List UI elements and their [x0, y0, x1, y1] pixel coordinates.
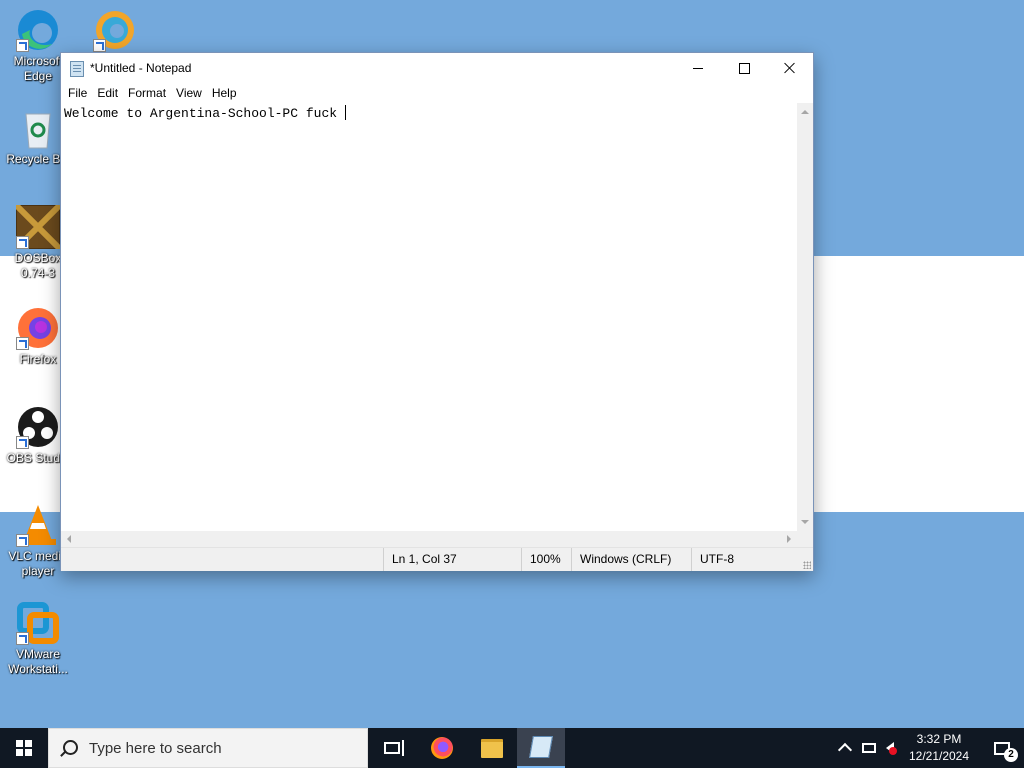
status-position: Ln 1, Col 37	[383, 548, 522, 571]
vertical-scrollbar[interactable]	[797, 103, 813, 531]
task-view-icon	[384, 740, 404, 756]
notification-count-badge: 2	[1004, 748, 1018, 762]
clock-time: 3:32 PM	[916, 732, 962, 746]
shortcut-arrow-icon	[16, 236, 29, 249]
scroll-down-icon[interactable]	[801, 520, 809, 524]
task-view-button[interactable]	[368, 728, 416, 768]
edge-beta-icon	[93, 8, 137, 52]
taskbar: Type here to search 3:32 PM 12/21/2024 2	[0, 728, 1024, 768]
notepad-window: *Untitled - Notepad File Edit Format Vie…	[60, 52, 814, 571]
folder-icon	[481, 738, 503, 758]
show-hidden-icons-button[interactable]	[837, 728, 853, 768]
menu-file[interactable]: File	[63, 83, 92, 103]
shortcut-arrow-icon	[16, 39, 29, 52]
status-bar: Ln 1, Col 37 100% Windows (CRLF) UTF-8	[61, 547, 813, 571]
obs-icon	[16, 405, 60, 449]
maximize-icon	[738, 62, 750, 74]
text-editor[interactable]: Welcome to Argentina-School-PC fuck	[61, 103, 797, 531]
close-icon	[784, 62, 796, 74]
editor-content: Welcome to Argentina-School-PC fuck	[64, 106, 345, 121]
edge-icon	[16, 8, 60, 52]
taskbar-search-box[interactable]: Type here to search	[48, 728, 368, 768]
notepad-icon	[70, 61, 84, 77]
menu-format[interactable]: Format	[123, 83, 171, 103]
vmware-icon	[16, 601, 60, 645]
network-icon	[862, 743, 876, 753]
resize-grip-icon[interactable]	[803, 561, 811, 569]
maximize-button[interactable]	[721, 53, 767, 83]
search-placeholder: Type here to search	[89, 740, 222, 757]
taskbar-firefox[interactable]	[418, 728, 466, 768]
firefox-icon	[431, 737, 453, 759]
window-title: *Untitled - Notepad	[90, 61, 192, 75]
firefox-icon	[16, 306, 60, 350]
desktop-icon-vmware[interactable]: VMware Workstati...	[1, 601, 75, 677]
search-icon	[63, 740, 78, 755]
vlc-icon	[16, 503, 60, 547]
shortcut-arrow-icon	[16, 337, 29, 350]
scroll-left-icon[interactable]	[67, 535, 71, 543]
clock-date: 12/21/2024	[908, 749, 970, 763]
recycle-bin-icon	[16, 106, 60, 150]
shortcut-arrow-icon	[16, 436, 29, 449]
menu-help[interactable]: Help	[207, 83, 242, 103]
taskbar-file-explorer[interactable]	[468, 728, 516, 768]
start-button[interactable]	[0, 728, 48, 768]
text-caret	[344, 105, 346, 120]
title-bar[interactable]: *Untitled - Notepad	[61, 53, 813, 83]
menu-bar: File Edit Format View Help	[61, 83, 813, 103]
network-button[interactable]	[862, 728, 876, 768]
scroll-up-icon[interactable]	[801, 110, 809, 114]
menu-edit[interactable]: Edit	[92, 83, 123, 103]
minimize-icon	[693, 67, 703, 69]
volume-muted-icon	[886, 742, 897, 755]
chevron-up-icon	[837, 742, 853, 758]
scrollbar-corner	[797, 531, 813, 547]
close-button[interactable]	[767, 53, 813, 83]
shortcut-arrow-icon	[16, 534, 29, 547]
status-line-ending: Windows (CRLF)	[571, 548, 692, 571]
minimize-button[interactable]	[675, 53, 721, 83]
scroll-right-icon[interactable]	[787, 535, 791, 543]
notification-center-button[interactable]: 2	[980, 728, 1024, 768]
menu-view[interactable]: View	[171, 83, 207, 103]
shortcut-arrow-icon	[16, 632, 29, 645]
desktop-icon-edge-beta[interactable]	[78, 8, 152, 52]
windows-logo-icon	[16, 740, 32, 756]
dosbox-icon	[13, 202, 63, 252]
taskbar-notepad[interactable]	[517, 728, 565, 768]
horizontal-scrollbar[interactable]	[61, 531, 797, 547]
clock[interactable]: 3:32 PM 12/21/2024	[900, 731, 978, 765]
status-encoding: UTF-8	[691, 548, 800, 571]
desktop-icon-label: VMware Workstati...	[8, 647, 68, 676]
notepad-icon	[529, 736, 553, 758]
volume-button[interactable]	[886, 728, 897, 768]
shortcut-arrow-icon	[93, 39, 106, 52]
status-zoom: 100%	[521, 548, 572, 571]
